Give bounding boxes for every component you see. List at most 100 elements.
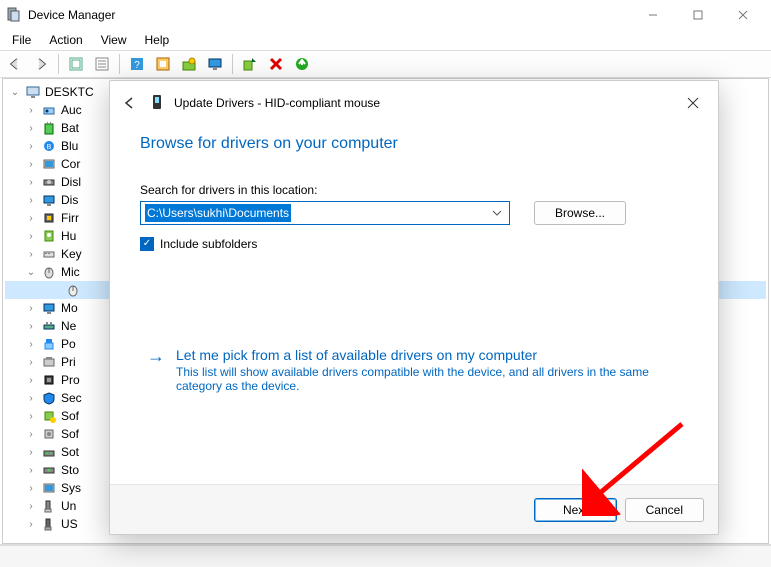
chevron-icon[interactable]: ›	[25, 375, 37, 386]
menu-help[interactable]: Help	[137, 31, 178, 49]
menu-view[interactable]: View	[93, 31, 135, 49]
chevron-icon[interactable]: ›	[25, 231, 37, 242]
tree-item-label: Sot	[61, 445, 79, 459]
tree-item-label: Firr	[61, 211, 79, 225]
dialog-heading: Browse for drivers on your computer	[140, 135, 688, 153]
chevron-icon[interactable]: ›	[25, 483, 37, 494]
browse-button[interactable]: Browse...	[534, 201, 626, 225]
category-icon	[41, 102, 57, 118]
category-icon	[41, 408, 57, 424]
svg-text:?: ?	[134, 60, 140, 71]
chevron-icon[interactable]: ›	[25, 411, 37, 422]
chevron-icon[interactable]: ›	[25, 105, 37, 116]
chevron-icon[interactable]: ⌄	[25, 267, 37, 278]
dialog-header: Update Drivers - HID-compliant mouse	[110, 81, 718, 125]
category-icon	[41, 498, 57, 514]
chevron-icon[interactable]: ›	[25, 321, 37, 332]
location-value: C:\Users\sukhi\Documents	[145, 204, 291, 222]
chevron-icon[interactable]: ›	[25, 357, 37, 368]
chevron-icon[interactable]: ›	[25, 447, 37, 458]
category-icon	[41, 228, 57, 244]
help-icon[interactable]: ?	[126, 53, 148, 75]
tree-item-label: Sto	[61, 463, 79, 477]
tree-root-label: DESKTC	[45, 85, 94, 99]
category-icon	[41, 426, 57, 442]
chevron-icon[interactable]: ›	[25, 159, 37, 170]
category-icon	[41, 264, 57, 280]
tree-item-label: Sof	[61, 427, 79, 441]
chevron-icon[interactable]: ›	[25, 141, 37, 152]
update-driver-icon[interactable]	[178, 53, 200, 75]
forward-icon[interactable]	[30, 53, 52, 75]
tree-item-label: Cor	[61, 157, 80, 171]
category-icon	[41, 156, 57, 172]
tree-item-label: Pro	[61, 373, 80, 387]
chevron-icon[interactable]: ›	[25, 177, 37, 188]
category-icon	[41, 390, 57, 406]
category-icon	[41, 300, 57, 316]
tree-item-label: Blu	[61, 139, 78, 153]
monitor-icon[interactable]	[204, 53, 226, 75]
tree-item-label: Sof	[61, 409, 79, 423]
app-icon	[6, 7, 22, 23]
tree-item-label: Po	[61, 337, 76, 351]
show-hidden-icon[interactable]	[65, 53, 87, 75]
chevron-icon[interactable]: ›	[25, 213, 37, 224]
next-button[interactable]: Next	[534, 498, 617, 522]
chevron-icon[interactable]: ›	[25, 303, 37, 314]
arrow-right-icon: →	[146, 347, 166, 393]
title-bar: Device Manager	[0, 0, 771, 30]
category-icon	[41, 120, 57, 136]
category-icon	[41, 192, 57, 208]
chevron-icon[interactable]: ›	[25, 393, 37, 404]
chevron-icon[interactable]: ›	[25, 249, 37, 260]
include-subfolders-row[interactable]: ✓ Include subfolders	[140, 237, 688, 251]
chevron-icon[interactable]: ›	[25, 465, 37, 476]
category-icon	[41, 246, 57, 262]
tree-item-label: Disl	[61, 175, 81, 189]
tree-item-label: Auc	[61, 103, 82, 117]
close-button[interactable]	[720, 1, 765, 29]
chevron-down-icon[interactable]: ⌄	[9, 87, 21, 98]
menu-bar: File Action View Help	[0, 30, 771, 50]
computer-icon	[25, 84, 41, 100]
update-drivers-dialog: Update Drivers - HID-compliant mouse Bro…	[109, 80, 719, 535]
chevron-down-icon[interactable]	[489, 205, 505, 221]
back-icon[interactable]	[4, 53, 26, 75]
include-subfolders-label: Include subfolders	[160, 237, 257, 251]
dialog-close-button[interactable]	[678, 88, 708, 118]
tree-item-label: Key	[61, 247, 82, 261]
chevron-icon[interactable]: ›	[25, 429, 37, 440]
pick-driver-subtitle: This list will show available drivers co…	[176, 365, 656, 393]
tree-item-label: Mo	[61, 301, 78, 315]
chevron-icon[interactable]: ›	[25, 519, 37, 530]
chevron-icon[interactable]: ›	[25, 195, 37, 206]
category-icon	[41, 480, 57, 496]
category-icon	[41, 444, 57, 460]
category-icon	[41, 336, 57, 352]
chevron-icon[interactable]: ›	[25, 501, 37, 512]
tree-item-label: Sys	[61, 481, 81, 495]
menu-file[interactable]: File	[4, 31, 39, 49]
status-bar	[0, 545, 771, 567]
chevron-icon[interactable]: ›	[25, 123, 37, 134]
chevron-icon[interactable]: ›	[25, 339, 37, 350]
scan-icon[interactable]	[152, 53, 174, 75]
tree-item-label: Ne	[61, 319, 76, 333]
disable-icon[interactable]	[265, 53, 287, 75]
location-combobox[interactable]: C:\Users\sukhi\Documents	[140, 201, 510, 225]
include-subfolders-checkbox[interactable]: ✓	[140, 237, 154, 251]
menu-action[interactable]: Action	[41, 31, 90, 49]
category-icon	[41, 372, 57, 388]
dialog-back-button[interactable]	[120, 93, 140, 113]
uninstall-icon[interactable]	[239, 53, 261, 75]
tree-item-label: Bat	[61, 121, 79, 135]
tree-item-label: Sec	[61, 391, 82, 405]
maximize-button[interactable]	[675, 1, 720, 29]
pick-driver-link[interactable]: → Let me pick from a list of available d…	[140, 341, 688, 399]
properties-icon[interactable]	[91, 53, 113, 75]
minimize-button[interactable]	[630, 1, 675, 29]
category-icon	[41, 462, 57, 478]
cancel-button[interactable]: Cancel	[625, 498, 704, 522]
enable-icon[interactable]	[291, 53, 313, 75]
